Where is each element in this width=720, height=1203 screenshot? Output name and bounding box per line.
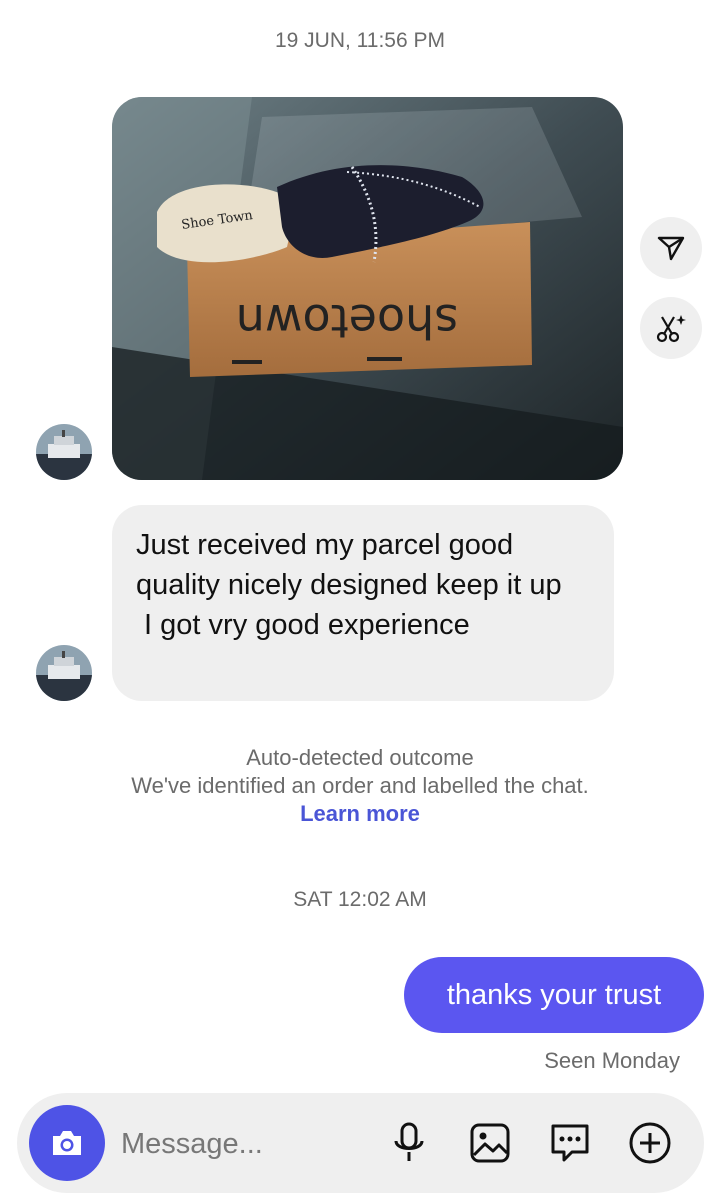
received-message-bubble[interactable]: Just received my parcel good quality nic… [112, 505, 614, 701]
share-button[interactable] [640, 217, 702, 279]
scissors-sparkle-icon [656, 315, 686, 343]
timestamp: SAT 12:02 AM [293, 888, 427, 911]
message-text: Just received my parcel good quality nic… [136, 529, 562, 601]
chat-bubble-icon [551, 1124, 589, 1162]
microphone-icon [394, 1122, 424, 1161]
shoe-parcel-photo: shoetown Shoe Town [112, 97, 623, 480]
ai-edit-button[interactable] [640, 297, 702, 359]
ship-avatar-image [36, 645, 92, 701]
notice-title: Auto-detected outcome [246, 745, 474, 770]
ship-avatar-image [36, 424, 92, 480]
camera-button[interactable] [29, 1105, 105, 1181]
plus-circle-icon [629, 1122, 671, 1164]
paper-plane-icon [657, 236, 685, 261]
photo-message[interactable]: shoetown Shoe Town [112, 97, 623, 480]
message-input[interactable] [119, 1121, 373, 1167]
avatar[interactable] [36, 645, 92, 701]
message-text: thanks your trust [446, 978, 662, 1011]
auto-detected-notice: Auto-detected outcome We've identified a… [0, 744, 720, 828]
camera-icon [53, 1131, 81, 1155]
voice-button[interactable] [383, 1117, 435, 1169]
seen-status: Seen Monday [544, 1048, 680, 1073]
more-button[interactable] [624, 1117, 676, 1169]
image-icon [470, 1123, 510, 1163]
notice-body: We've identified an order and labelled t… [131, 773, 589, 798]
learn-more-link[interactable]: Learn more [0, 800, 720, 828]
message-composer [17, 1093, 704, 1193]
message-text: I got vry good experience [136, 609, 470, 641]
timestamp: 19 JUN, 11:56 PM [274, 29, 446, 52]
gallery-button[interactable] [464, 1117, 516, 1169]
sent-message-bubble[interactable]: thanks your trust [404, 957, 704, 1033]
avatar[interactable] [36, 424, 92, 480]
box-brand-text: shoetown [236, 294, 459, 348]
sticker-button[interactable] [544, 1117, 596, 1169]
